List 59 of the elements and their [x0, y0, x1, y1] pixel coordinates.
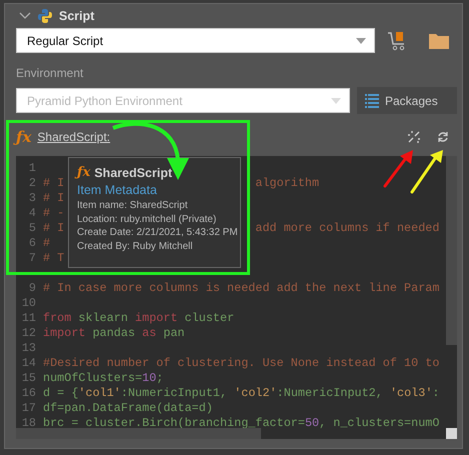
packages-button[interactable]: Packages: [357, 87, 457, 114]
metadata-line: Created By: Ruby Mitchell: [77, 240, 193, 253]
code-line: #: [43, 236, 50, 251]
line-number: 17: [20, 401, 36, 416]
line-number: 11: [20, 311, 36, 326]
horizontal-scrollbar[interactable]: [16, 428, 261, 439]
line-number: 16: [20, 386, 36, 401]
code-line: #Desired number of clustering. Use None instead of 10 to: [43, 356, 440, 371]
section-title: Script: [59, 9, 94, 23]
line-number: 9: [28, 281, 36, 296]
code-line: brc = cluster.Birch(branching_factor=50, n_clusters=numO: [43, 416, 440, 431]
shared-script-link[interactable]: SharedScript:: [37, 130, 110, 144]
line-number: 3: [28, 191, 36, 206]
python-logo-icon: [37, 8, 53, 24]
folder-icon[interactable]: [429, 32, 449, 49]
vertical-scrollbar[interactable]: [446, 156, 457, 345]
refresh-icon[interactable]: [437, 131, 449, 143]
code-line: df=pan.DataFrame(data=d): [43, 401, 213, 416]
function-icon: ƒx: [77, 165, 90, 180]
line-number: 1: [28, 161, 36, 176]
code-line: # T: [43, 251, 64, 266]
chevron-icon[interactable]: [19, 12, 31, 20]
metadata-line: Item name: SharedScript: [77, 199, 188, 212]
line-number: 15: [20, 371, 36, 386]
code-line: # I: [43, 221, 64, 236]
code-line: algorithm: [255, 176, 320, 191]
environment-dropdown: Pyramid Python Environment: [16, 88, 350, 113]
code-line: import pandas as pan: [43, 326, 185, 341]
environment-label: Environment: [16, 66, 84, 80]
code-line: d = {'col1':NumericInput1, 'col2':NumericInput2, 'col3':: [43, 386, 440, 401]
line-number: 4: [28, 206, 36, 221]
caret-icon[interactable]: [356, 38, 366, 44]
script-type-dropdown[interactable]: Regular Script: [16, 28, 375, 53]
pointer-arrow: [410, 150, 443, 194]
line-number: 18: [20, 416, 36, 431]
metadata-line: Create Date: 2/21/2021, 5:43:32 PM: [77, 226, 238, 240]
line-number: 14: [20, 356, 36, 371]
line-number: 5: [28, 221, 36, 236]
scroll-corner: [446, 428, 457, 439]
tooltip-title: SharedScript: [94, 166, 172, 180]
list-icon: [365, 94, 379, 108]
line-number: 7: [28, 251, 36, 266]
line-number: 10: [20, 296, 36, 311]
code-line: from sklearn import cluster: [43, 311, 234, 326]
code-line: numOfClusters=10;: [43, 371, 164, 386]
code-line: # I: [43, 176, 64, 191]
tooltip-heading: Item Metadata: [77, 183, 157, 197]
metadata-line: Location: ruby.mitchell (Private): [77, 212, 216, 226]
pointer-arrow: [384, 150, 413, 188]
broken-link-icon[interactable]: [407, 130, 421, 144]
code-line: # -: [43, 206, 64, 221]
code-line: # I: [43, 191, 64, 206]
line-number: 2: [28, 176, 36, 191]
code-line: add more columns if needed: [255, 221, 440, 236]
line-number: 12: [20, 326, 36, 341]
line-number: 6: [28, 236, 36, 251]
caret-icon: [331, 98, 341, 104]
code-line: # In case more columns is needed add the next line Param: [43, 281, 440, 296]
line-number: 13: [20, 341, 36, 356]
